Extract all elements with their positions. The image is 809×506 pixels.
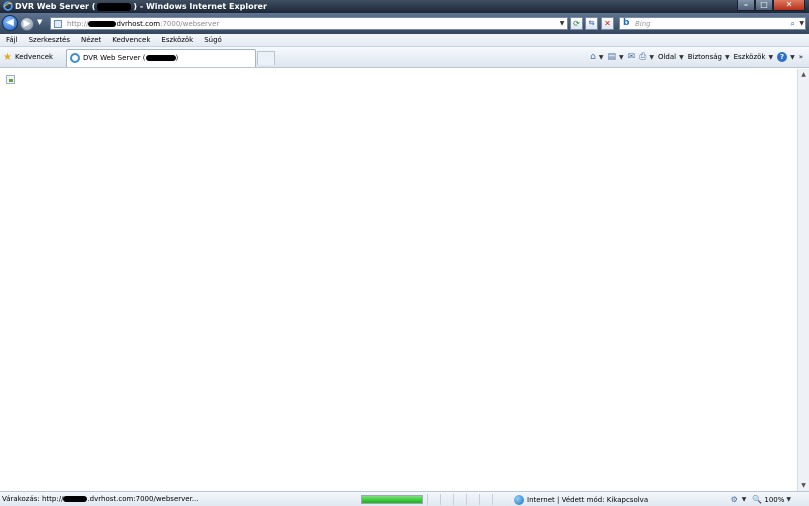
address-bar[interactable]: http://dvrhost.com:7000/webserver ▼ xyxy=(50,17,568,30)
vertical-scrollbar[interactable]: ▲ ▼ xyxy=(797,69,809,491)
back-arrow-icon[interactable]: ◀ xyxy=(2,15,18,31)
maximize-button[interactable]: □ xyxy=(755,0,773,11)
star-icon: ★ xyxy=(3,51,12,63)
new-tab-button[interactable] xyxy=(257,51,275,65)
ie-logo-icon xyxy=(3,1,13,11)
zoom-icon: 🔍 xyxy=(752,495,763,504)
close-button[interactable]: ✕ xyxy=(773,0,805,11)
menu-tools[interactable]: Eszközök xyxy=(155,34,198,46)
menu-edit[interactable]: Szerkesztés xyxy=(23,34,75,46)
scroll-up-icon[interactable]: ▲ xyxy=(798,69,809,80)
print-icon: ⎙ xyxy=(639,52,647,62)
page-icon xyxy=(54,20,62,28)
tools-menu-button[interactable]: Eszközök ▼ xyxy=(734,53,773,61)
tab-bar: ★ Kedvencek DVR Web Server () ⌂ ▼ ▤ ▼ ✉ ⎙ ▼… xyxy=(0,47,809,68)
compat-view-icon[interactable]: ⇆ xyxy=(585,17,598,30)
history-dropdown-icon[interactable]: ▼ xyxy=(37,18,42,26)
protected-mode-icon[interactable]: ⚙ xyxy=(731,495,738,504)
globe-icon xyxy=(514,494,524,505)
stop-icon[interactable]: ✕ xyxy=(601,17,614,30)
status-text: Várakozás: http://.dvrhost.com:7000/webs… xyxy=(2,495,199,503)
menu-help[interactable]: Súgó xyxy=(198,34,227,46)
redacted-block xyxy=(63,496,88,502)
status-panels xyxy=(427,494,505,505)
progress-bar xyxy=(361,495,423,504)
feeds-icon: ▤ xyxy=(607,52,616,62)
menu-favorites[interactable]: Kedvencek xyxy=(106,34,155,46)
favorites-button[interactable]: ★ Kedvencek xyxy=(3,51,53,63)
bing-icon: b xyxy=(623,18,630,28)
security-zone[interactable]: Internet | Védett mód: Kikapcsolva xyxy=(514,494,648,505)
search-dropdown-icon[interactable]: ▼ xyxy=(799,19,804,29)
zoom-level[interactable]: 100% xyxy=(764,496,784,504)
address-dropdown-icon[interactable]: ▼ xyxy=(558,19,566,29)
window-title: DVR Web Server () - Windows Internet Exp… xyxy=(15,2,267,11)
progress-fill xyxy=(362,496,422,503)
redacted-block xyxy=(88,21,117,27)
redacted-block xyxy=(145,55,176,61)
refresh-icon[interactable]: ⟳ xyxy=(570,17,583,30)
menu-view[interactable]: Nézet xyxy=(75,34,106,46)
command-bar: ⌂ ▼ ▤ ▼ ✉ ⎙ ▼ Oldal ▼ Biztonság ▼ Eszközök ▼ ?… xyxy=(588,51,805,63)
mail-button[interactable]: ✉ xyxy=(628,52,636,62)
minimize-button[interactable]: – xyxy=(737,0,755,11)
window-title-bar[interactable]: DVR Web Server () - Windows Internet Exp… xyxy=(0,0,809,13)
broken-image-icon xyxy=(6,75,15,84)
protected-mode-dropdown-icon[interactable]: ▼ xyxy=(742,496,747,503)
search-input[interactable]: Bing xyxy=(635,19,651,29)
status-bar: Várakozás: http://.dvrhost.com:7000/webs… xyxy=(0,491,809,506)
feeds-button[interactable]: ▤ ▼ xyxy=(607,52,623,62)
safety-menu-button[interactable]: Biztonság ▼ xyxy=(688,53,730,61)
mail-icon: ✉ xyxy=(627,52,636,62)
scroll-down-icon[interactable]: ▼ xyxy=(798,480,809,491)
home-button[interactable]: ⌂ ▼ xyxy=(590,52,603,62)
page-menu-button[interactable]: Oldal ▼ xyxy=(658,53,684,61)
zoom-dropdown-icon[interactable]: ▼ xyxy=(786,496,791,503)
page-content xyxy=(0,69,797,491)
address-url[interactable]: http://dvrhost.com:7000/webserver xyxy=(67,19,219,29)
print-button[interactable]: ⎙ ▼ xyxy=(639,52,654,62)
tab-label: DVR Web Server () xyxy=(83,54,179,62)
menu-file[interactable]: Fájl xyxy=(0,34,23,46)
loading-icon xyxy=(70,53,80,63)
overflow-button[interactable]: » xyxy=(799,53,803,61)
help-button[interactable]: ? ▼ xyxy=(777,52,795,62)
home-icon: ⌂ xyxy=(590,52,596,62)
tab-dvr-web-server[interactable]: DVR Web Server () xyxy=(66,49,256,67)
navigation-bar: ◀ ▶ ▼ http://dvrhost.com:7000/webserver … xyxy=(0,13,809,34)
search-box[interactable]: b Bing ⌕ ▼ xyxy=(619,17,806,30)
menu-bar: Fájl Szerkesztés Nézet Kedvencek Eszközö… xyxy=(0,34,809,47)
redacted-block xyxy=(97,2,132,11)
forward-arrow-icon[interactable]: ▶ xyxy=(20,17,34,31)
search-icon[interactable]: ⌕ xyxy=(791,19,795,29)
help-icon: ? xyxy=(777,52,788,62)
